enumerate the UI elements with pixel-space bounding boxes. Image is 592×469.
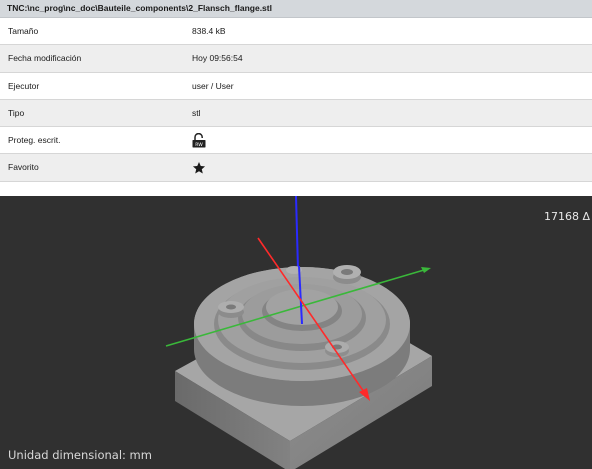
property-row-size: Tamaño 838.4 kB bbox=[0, 18, 592, 46]
property-value: 838.4 kB bbox=[192, 26, 226, 36]
property-value: stl bbox=[192, 107, 201, 118]
property-value: user / User bbox=[192, 80, 234, 91]
3d-model-viewport[interactable]: 17168 Δ Unidad dimensional: mm bbox=[0, 196, 592, 469]
property-row-favorite: Favorito bbox=[0, 154, 592, 182]
triangle-count-label: 17168 Δ bbox=[543, 210, 590, 223]
unit-of-measure-label: Unidad dimensional: mm bbox=[8, 448, 152, 462]
property-label: Favorito bbox=[8, 162, 39, 173]
star-icon[interactable] bbox=[192, 154, 206, 181]
file-properties-table: Tamaño 838.4 kB Fecha modificación Hoy 0… bbox=[0, 18, 592, 182]
property-label: Ejecutor bbox=[8, 80, 40, 91]
flange-3d-model bbox=[165, 196, 432, 469]
property-row-owner: Ejecutor user / User bbox=[0, 72, 592, 100]
file-path-title: TNC:\nc_prog\nc_doc\Bauteile_components\… bbox=[0, 0, 592, 18]
property-label: Proteg. escrit. bbox=[8, 135, 61, 146]
property-label: Tamaño bbox=[8, 26, 39, 36]
property-label: Fecha modificación bbox=[8, 53, 82, 64]
property-row-modified-date: Fecha modificación Hoy 09:56:54 bbox=[0, 45, 592, 73]
property-row-write-protection: Proteg. escrit. RW bbox=[0, 127, 592, 155]
property-label: Tipo bbox=[8, 107, 25, 118]
padlock-rw-text: RW bbox=[195, 142, 203, 148]
unlocked-padlock-icon[interactable]: RW bbox=[192, 127, 206, 154]
property-value: Hoy 09:56:54 bbox=[192, 53, 243, 64]
property-row-type: Tipo stl bbox=[0, 99, 592, 128]
